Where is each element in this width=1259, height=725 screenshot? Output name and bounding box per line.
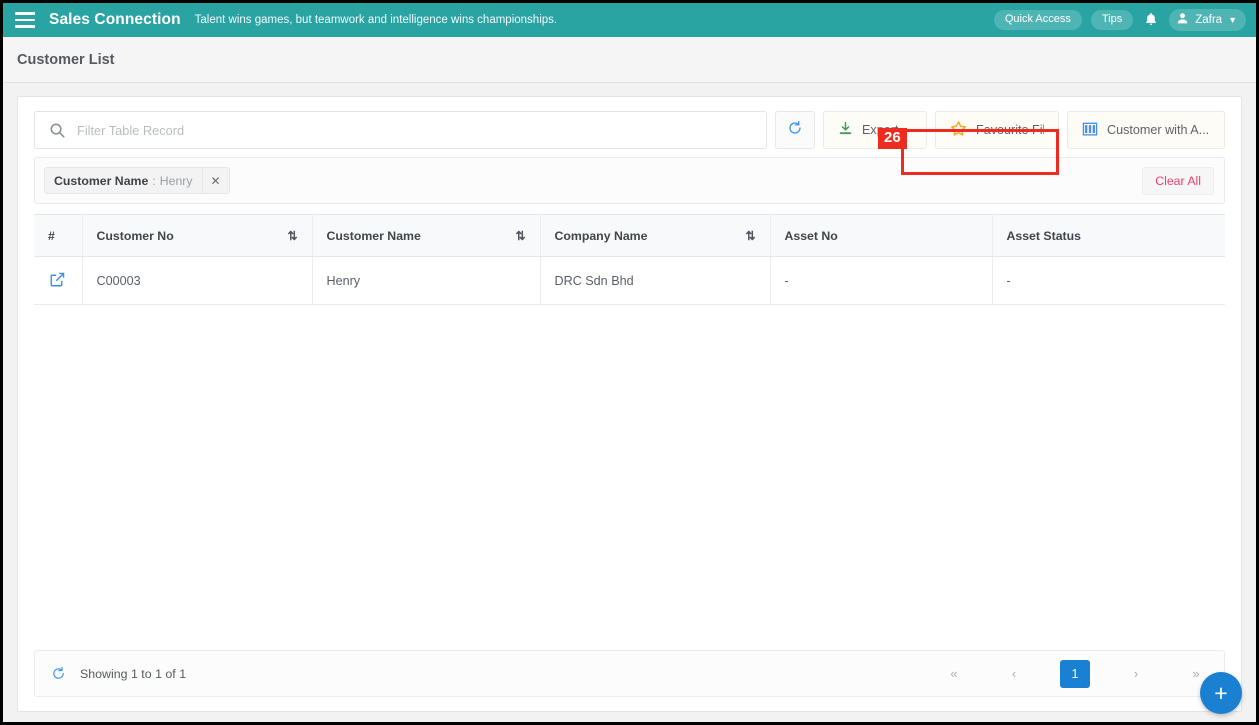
pagination-prev[interactable]: ‹	[1000, 661, 1028, 687]
search-icon	[49, 122, 66, 139]
hamburger-icon[interactable]	[15, 12, 35, 28]
navbar-actions: Quick Access Tips Zafra ▼	[993, 9, 1246, 31]
pagination-first[interactable]: «	[940, 661, 968, 687]
favourite-filter-button[interactable]: Favourite Filter	[935, 111, 1059, 149]
app-window: Sales Connection Talent wins games, but …	[0, 0, 1259, 725]
customer-list-card: Export Favourite Filter	[17, 96, 1242, 712]
plus-icon: +	[1214, 679, 1228, 706]
pagination: « ‹ 1 › »	[940, 659, 1210, 688]
refresh-icon	[787, 120, 803, 141]
sort-icon[interactable]: ⇅	[507, 229, 525, 243]
quick-access-button[interactable]: Quick Access	[993, 9, 1082, 31]
column-header-company-name[interactable]: Company Name ⇅	[540, 214, 771, 257]
column-header-asset-status[interactable]: Asset Status	[992, 214, 1225, 257]
customer-with-asset-label: Customer with A...	[1107, 123, 1210, 137]
table-row[interactable]: C00003 Henry DRC Sdn Bhd - -	[34, 256, 1225, 305]
download-icon	[838, 121, 853, 139]
pagination-spacer-right	[1152, 661, 1180, 687]
app-brand: Sales Connection	[49, 11, 181, 28]
table-footer: Showing 1 to 1 of 1 « ‹ 1 › »	[34, 650, 1225, 697]
person-icon	[1176, 12, 1189, 27]
page-title: Customer List	[17, 51, 115, 68]
footer-refresh-icon[interactable]	[51, 666, 66, 681]
refresh-table-button[interactable]	[775, 111, 815, 149]
row-open-cell[interactable]	[34, 256, 83, 305]
cell-asset-no: -	[770, 256, 993, 305]
showing-count-text: Showing 1 to 1 of 1	[80, 666, 187, 681]
filter-chip-value: Henry	[159, 173, 193, 188]
sort-icon[interactable]: ⇅	[737, 229, 755, 243]
column-header-customer-name[interactable]: Customer Name ⇅	[312, 214, 541, 257]
page-content: Export Favourite Filter	[3, 83, 1256, 722]
page-header: Customer List	[3, 37, 1256, 83]
sort-icon[interactable]: ⇅	[279, 229, 297, 243]
pagination-page-1[interactable]: 1	[1060, 659, 1090, 688]
user-menu[interactable]: Zafra ▼	[1169, 9, 1246, 31]
search-input[interactable]	[77, 122, 752, 138]
cell-customer-no: C00003	[82, 256, 313, 305]
active-filters-row: Customer Name : Henry ✕ Clear All	[34, 157, 1225, 204]
column-label-asset-no: Asset No	[784, 228, 838, 243]
cell-asset-status: -	[992, 256, 1225, 305]
filter-chip-key: Customer Name	[54, 173, 149, 188]
search-box[interactable]	[34, 111, 767, 149]
column-header-asset-no[interactable]: Asset No	[770, 214, 993, 257]
customer-table: # Customer No ⇅ Customer Name ⇅ Company …	[34, 214, 1225, 305]
table-toolbar: Export Favourite Filter	[34, 111, 1225, 149]
favourite-filter-label: Favourite Filter	[976, 123, 1044, 137]
filter-chip-separator: :	[152, 173, 156, 188]
columns-icon	[1082, 121, 1098, 140]
close-icon[interactable]: ✕	[201, 168, 229, 193]
star-icon	[950, 120, 967, 140]
pagination-spacer-mid	[1030, 661, 1058, 687]
customer-with-asset-button[interactable]: Customer with A...	[1067, 111, 1225, 149]
user-name: Zafra	[1195, 13, 1223, 26]
chevron-down-icon: ▼	[1228, 14, 1237, 25]
table-header-row: # Customer No ⇅ Customer Name ⇅ Company …	[34, 214, 1225, 257]
pagination-spacer-left	[970, 661, 998, 687]
column-label-customer-name: Customer Name	[326, 228, 421, 243]
column-label-index: #	[48, 228, 55, 243]
cell-customer-name: Henry	[312, 256, 541, 305]
add-customer-fab[interactable]: +	[1200, 672, 1242, 714]
column-label-customer-no: Customer No	[96, 228, 174, 243]
column-header-customer-no[interactable]: Customer No ⇅	[82, 214, 313, 257]
tips-button[interactable]: Tips	[1090, 9, 1134, 31]
column-label-asset-status: Asset Status	[1006, 228, 1082, 243]
filter-chip[interactable]: Customer Name : Henry ✕	[44, 167, 230, 194]
pagination-next[interactable]: ›	[1122, 661, 1150, 687]
cell-company-name: DRC Sdn Bhd	[540, 256, 771, 305]
pagination-spacer-mid2	[1092, 661, 1120, 687]
external-link-icon[interactable]	[49, 271, 66, 288]
bell-icon[interactable]	[1142, 12, 1160, 29]
column-label-company-name: Company Name	[554, 228, 648, 243]
column-header-index[interactable]: #	[34, 214, 83, 257]
export-button[interactable]: Export	[823, 111, 927, 149]
top-navbar: Sales Connection Talent wins games, but …	[3, 3, 1256, 37]
app-tagline: Talent wins games, but teamwork and inte…	[194, 14, 558, 26]
table-header: # Customer No ⇅ Customer Name ⇅ Company …	[34, 214, 1225, 257]
table-body: C00003 Henry DRC Sdn Bhd - -	[34, 256, 1225, 305]
highlight-badge: 26	[878, 128, 907, 149]
clear-all-button[interactable]: Clear All	[1142, 166, 1214, 195]
